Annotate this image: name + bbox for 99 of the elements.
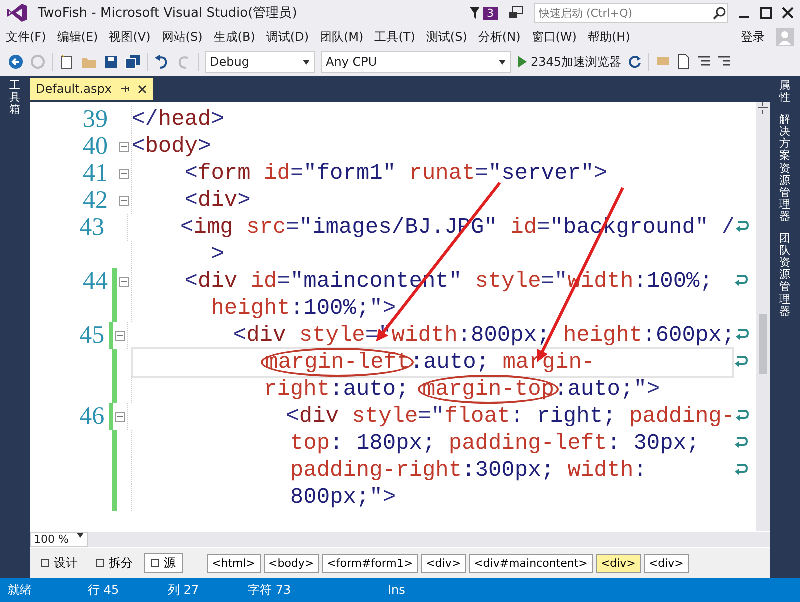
line-number: 46 [78,402,105,430]
breadcrumb-item[interactable]: <div> [421,554,466,572]
code-line: > [131,241,734,268]
code-line: height:100%;"> [131,295,734,322]
code-line: </head> [131,106,734,133]
line-indicator: 行 45 [88,582,120,598]
menu-item[interactable]: 分析(N) [478,28,521,46]
collapse-icon[interactable] [119,168,129,178]
save-all-icon[interactable] [125,54,141,70]
back-icon[interactable] [8,54,24,70]
window-title: TwoFish - Microsoft Visual Studio(管理员) [38,5,298,22]
indent-lines-icon[interactable] [716,55,731,69]
code-line: padding-right:300px; width: [131,457,734,484]
code-line: <div style="float: right; padding- [126,403,736,430]
platform-dropdown[interactable]: Any CPU [321,51,511,73]
column-indicator: 列 27 [168,582,200,598]
zoom-dropdown[interactable]: 100 % [30,532,88,547]
menu-item[interactable]: 编辑(E) [57,28,98,46]
refresh-icon[interactable] [628,55,642,69]
run-button[interactable]: 2345加速浏览器 [517,54,622,70]
collapse-icon[interactable] [119,142,129,152]
maximize-icon[interactable] [760,7,772,19]
breadcrumb-item[interactable]: <div> [644,554,689,572]
close-icon[interactable] [782,7,794,19]
menu-item[interactable]: 网站(S) [162,28,203,46]
word-wrap-icon [734,462,748,476]
line-number: 42 [82,186,108,214]
undo-icon[interactable] [154,54,170,70]
word-wrap-icon [734,273,748,287]
view-mode-icon [151,558,160,568]
toolbox-tab[interactable]: 工具箱 [10,80,20,116]
panel-tab[interactable]: 属性 [780,80,790,104]
panel-tab[interactable]: 解决方案资源管理器 [780,114,790,224]
view-mode-button[interactable]: 拆分 [89,553,140,573]
code-line: top: 180px; padding-left: 30px; [131,430,734,457]
breadcrumb-item[interactable]: <form#form1> [322,554,418,572]
caret-icon [499,60,506,64]
line-number: 40 [82,132,108,160]
menu-item[interactable]: 窗口(W) [532,28,577,46]
collapse-icon[interactable] [119,276,129,286]
play-icon [517,56,527,68]
breadcrumb-item[interactable]: <div> [596,554,641,572]
line-number: 45 [78,322,105,350]
align-lines-icon[interactable] [696,55,711,69]
line-number: 39 [82,106,108,134]
caret-icon [77,533,84,538]
word-wrap-icon [734,435,748,449]
insert-mode-indicator: Ins [388,583,406,597]
view-mode-button[interactable]: 源 [144,553,183,573]
breadcrumb-item[interactable]: <html> [207,554,260,572]
sign-in-link[interactable]: 登录 [741,28,765,46]
collapse-icon[interactable] [119,196,129,206]
document-tab[interactable]: Default.aspx [30,78,153,100]
menu-item[interactable]: 帮助(H) [588,28,630,46]
code-line: <div> [131,187,734,214]
status-text: 就绪 [8,582,33,598]
line-number: 41 [82,160,108,188]
word-wrap-icon [735,219,750,233]
word-wrap-icon [735,327,750,341]
menu-item[interactable]: 文件(F) [6,28,46,46]
document-icon[interactable] [676,54,691,70]
word-wrap-icon [735,408,750,422]
flag-icon [469,6,481,20]
menu-item[interactable]: 团队(M) [320,28,364,46]
code-line: <body> [131,133,734,160]
pin-icon[interactable] [120,84,130,94]
menu-item[interactable]: 测试(S) [426,28,468,46]
collapse-icon[interactable] [115,412,126,422]
close-icon[interactable] [138,84,147,94]
view-mode-button[interactable]: 设计 [34,553,85,573]
char-indicator: 字符 73 [248,582,292,598]
visual-studio-logo-icon [6,3,28,23]
configuration-dropdown[interactable]: Debug [205,51,315,73]
code-line: 800px;"> [131,484,734,511]
search-icon[interactable] [713,6,727,20]
breadcrumb-item[interactable]: <body> [264,554,320,572]
panel-tab[interactable]: 团队资源管理器 [780,233,790,318]
line-number: 43 [78,214,105,242]
notification-count[interactable]: 3 [483,6,498,20]
menu-item[interactable]: 生成(B) [214,28,256,46]
new-item-icon[interactable] [59,54,75,70]
view-mode-icon [41,558,50,568]
feedback-icon[interactable] [508,5,524,21]
word-wrap-icon [734,354,748,368]
menu-item[interactable]: 视图(V) [109,28,151,46]
view-mode-icon [96,558,105,568]
line-number: 44 [82,268,108,296]
quick-launch-field[interactable]: 快速启动 (Ctrl+Q) [534,3,728,23]
save-icon[interactable] [103,54,119,70]
caret-icon [303,60,310,64]
code-line: <form id="form1" runat="server"> [131,160,734,187]
horizontal-scrollbar[interactable] [88,532,770,547]
breadcrumb-item[interactable]: <div#maincontent> [469,554,593,572]
collapse-icon[interactable] [115,330,126,340]
menu-item[interactable]: 工具(T) [374,28,416,46]
menu-item[interactable]: 调试(D) [266,28,309,46]
scrollbar-thumb[interactable] [759,314,767,374]
code-line: right:auto; margin-top:auto;"> [131,376,734,403]
split-icon[interactable] [758,102,768,114]
